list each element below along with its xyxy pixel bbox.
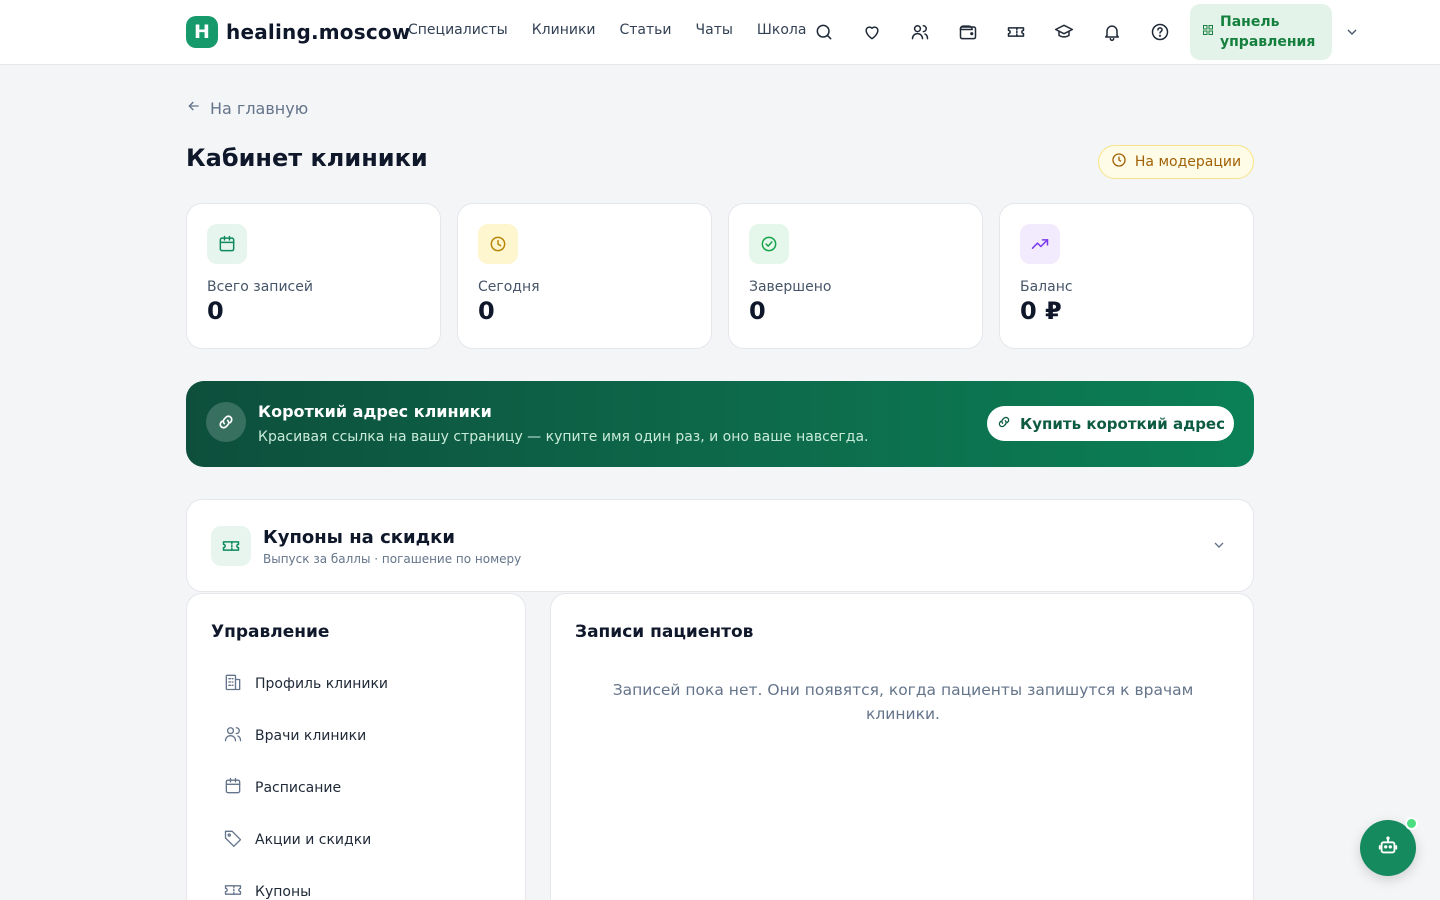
chevron-down-icon[interactable] xyxy=(1211,537,1227,553)
grid-icon xyxy=(1202,22,1214,42)
stat-value: 0 xyxy=(478,297,495,325)
building-icon xyxy=(223,672,243,696)
stat-card-balance: Баланс 0 ₽ xyxy=(999,203,1254,349)
management-panel: Управление Профиль клиники Врачи клиники… xyxy=(186,593,526,900)
records-empty-message: Записей пока нет. Они появятся, когда па… xyxy=(612,681,1194,723)
records-title: Записи пациентов xyxy=(575,622,754,642)
short-address-banner: Короткий адрес клиники Красивая ссылка н… xyxy=(186,381,1254,467)
dashboard-button[interactable]: Панель управления xyxy=(1190,4,1332,60)
brand-name: healing.moscow xyxy=(226,20,411,44)
stat-value: 0 xyxy=(207,297,224,325)
coupons-title: Купоны на скидки xyxy=(263,527,455,548)
management-item-coupons[interactable]: Купоны xyxy=(211,872,501,900)
management-item-label: Акции и скидки xyxy=(255,832,372,848)
short-address-subtitle: Красивая ссылка на вашу страницу — купит… xyxy=(258,429,869,445)
coupons-subtitle: Выпуск за баллы · погашение по номеру xyxy=(263,552,522,566)
nav-clinics[interactable]: Клиники xyxy=(532,22,596,38)
brand-logo[interactable]: H healing.moscow xyxy=(186,16,411,48)
stat-card-completed: Завершено 0 xyxy=(728,203,983,349)
bot-icon xyxy=(1377,835,1399,861)
stat-value: 0 ₽ xyxy=(1020,297,1062,325)
calendar-icon xyxy=(223,776,243,800)
management-item-label: Купоны xyxy=(255,884,312,900)
stat-label: Всего записей xyxy=(207,279,313,295)
coupons-accordion[interactable]: Купоны на скидки Выпуск за баллы · погаш… xyxy=(186,499,1254,592)
buy-short-address-label: Купить короткий адрес xyxy=(1020,414,1225,433)
top-header: H healing.moscow Специалисты Клиники Ста… xyxy=(0,0,1440,65)
stat-card-today: Сегодня 0 xyxy=(457,203,712,349)
stat-label: Сегодня xyxy=(478,279,540,295)
nav-specialists[interactable]: Специалисты xyxy=(408,22,508,38)
management-item-label: Расписание xyxy=(255,780,342,796)
nav-chats[interactable]: Чаты xyxy=(696,22,733,38)
back-link[interactable]: На главную xyxy=(186,98,308,118)
wallet-icon[interactable] xyxy=(956,20,980,44)
calendar-icon xyxy=(207,224,247,264)
chevron-down-icon[interactable] xyxy=(1344,24,1360,40)
stat-label: Завершено xyxy=(749,279,832,295)
bell-icon[interactable] xyxy=(1100,20,1124,44)
stat-value: 0 xyxy=(749,297,766,325)
ticket-icon xyxy=(211,526,251,566)
help-circle-icon[interactable] xyxy=(1148,20,1172,44)
trending-up-icon xyxy=(1020,224,1060,264)
clock-icon xyxy=(478,224,518,264)
dashboard-button-label: Панель управления xyxy=(1220,14,1316,50)
back-link-label: На главную xyxy=(210,98,309,118)
users-icon xyxy=(223,724,243,748)
nav-articles[interactable]: Статьи xyxy=(620,22,672,38)
header-icons xyxy=(812,20,1172,44)
arrow-left-icon xyxy=(186,98,202,118)
management-title: Управление xyxy=(211,622,330,642)
search-icon[interactable] xyxy=(812,20,836,44)
management-item-label: Профиль клиники xyxy=(255,676,389,692)
status-badge: На модерации xyxy=(1098,145,1254,179)
management-item-promotions[interactable]: Акции и скидки xyxy=(211,820,501,860)
main-nav: Специалисты Клиники Статьи Чаты Школа xyxy=(408,22,806,38)
online-indicator xyxy=(1405,817,1418,830)
management-item-label: Врачи клиники xyxy=(255,728,367,744)
ticket-icon[interactable] xyxy=(1004,20,1028,44)
patient-records-panel: Записи пациентов Записей пока нет. Они п… xyxy=(550,593,1254,900)
management-item-doctors[interactable]: Врачи клиники xyxy=(211,716,501,756)
users-icon[interactable] xyxy=(908,20,932,44)
tag-icon xyxy=(223,828,243,852)
ticket-icon xyxy=(223,880,243,900)
stat-label: Баланс xyxy=(1020,279,1073,295)
status-badge-label: На модерации xyxy=(1134,154,1242,170)
check-circle-icon xyxy=(749,224,789,264)
clock-icon xyxy=(1111,152,1127,172)
stat-card-total: Всего записей 0 xyxy=(186,203,441,349)
nav-school[interactable]: Школа xyxy=(757,22,807,38)
logo-mark: H xyxy=(186,16,218,48)
graduation-cap-icon[interactable] xyxy=(1052,20,1076,44)
management-item-schedule[interactable]: Расписание xyxy=(211,768,501,808)
link-icon xyxy=(996,414,1012,434)
link-icon xyxy=(206,402,246,442)
heart-icon[interactable] xyxy=(860,20,884,44)
management-item-clinic-profile[interactable]: Профиль клиники xyxy=(211,664,501,704)
page-title: Кабинет клиники xyxy=(186,144,428,172)
short-address-title: Короткий адрес клиники xyxy=(258,402,492,421)
buy-short-address-button[interactable]: Купить короткий адрес xyxy=(987,406,1234,441)
